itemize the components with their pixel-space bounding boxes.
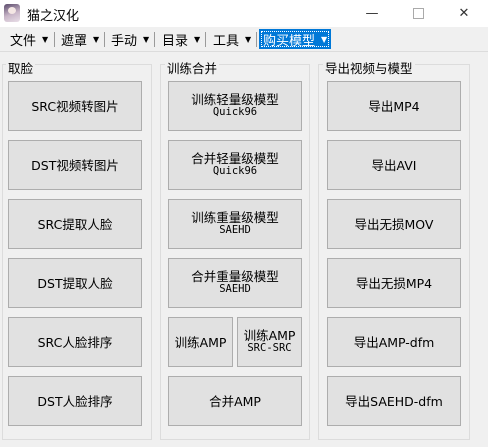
button-sublabel: Quick96 <box>212 106 258 118</box>
app-icon <box>4 4 20 22</box>
dropdown-arrow-icon: ▼ <box>42 34 49 44</box>
button-label: 导出无损MOV <box>354 216 434 232</box>
menu-manual[interactable]: 手动 ▼ <box>107 29 153 49</box>
merge-saehd-button[interactable]: 合并重量级模型 SAEHD <box>168 258 302 308</box>
export-amp-dfm-button[interactable]: 导出AMP-dfm <box>327 317 461 367</box>
src-extract-faces-button[interactable]: SRC提取人脸 <box>8 199 142 249</box>
button-label: 导出MP4 <box>368 98 420 114</box>
button-sublabel: SAEHD <box>219 224 251 236</box>
button-label: SRC视频转图片 <box>31 98 119 114</box>
export-avi-button[interactable]: 导出AVI <box>327 140 461 190</box>
menu-buy-model[interactable]: 购买模型 ▼ <box>259 29 332 49</box>
dst-sort-faces-button[interactable]: DST人脸排序 <box>8 376 142 426</box>
menu-tools[interactable]: 工具 ▼ <box>209 29 255 49</box>
minimize-icon: — <box>365 6 379 21</box>
export-mp4-button[interactable]: 导出MP4 <box>327 81 461 131</box>
menu-separator <box>54 32 55 47</box>
button-label: 合并轻量级模型 <box>191 151 279 166</box>
menu-separator <box>154 32 155 47</box>
src-video-to-images-button[interactable]: SRC视频转图片 <box>8 81 142 131</box>
src-sort-faces-button[interactable]: SRC人脸排序 <box>8 317 142 367</box>
menu-directory[interactable]: 目录 ▼ <box>158 29 204 49</box>
button-sublabel: SAEHD <box>219 283 251 295</box>
group-label-extract: 取脸 <box>6 58 36 77</box>
menu-separator <box>104 32 105 47</box>
menu-separator <box>205 32 206 47</box>
menu-separator <box>256 32 257 47</box>
button-label: SRC提取人脸 <box>37 216 113 232</box>
dst-video-to-images-button[interactable]: DST视频转图片 <box>8 140 142 190</box>
dropdown-arrow-icon: ▼ <box>245 34 252 44</box>
close-button[interactable]: ✕ <box>441 0 487 27</box>
button-label: DST人脸排序 <box>37 393 113 409</box>
button-label: DST视频转图片 <box>31 157 119 173</box>
dropdown-arrow-icon: ▼ <box>143 34 150 44</box>
dropdown-arrow-icon: ▼ <box>321 34 328 44</box>
menu-label: 目录 <box>162 33 189 49</box>
merge-amp-button[interactable]: 合并AMP <box>168 376 302 426</box>
button-label: 导出AMP-dfm <box>353 334 435 350</box>
button-label: 导出无损MP4 <box>355 275 433 291</box>
dst-extract-faces-button[interactable]: DST提取人脸 <box>8 258 142 308</box>
button-sublabel: Quick96 <box>212 165 258 177</box>
maximize-icon <box>412 8 424 19</box>
menu-mask[interactable]: 遮罩 ▼ <box>57 29 103 49</box>
train-amp-button[interactable]: 训练AMP <box>168 317 233 367</box>
maximize-button[interactable] <box>395 0 441 27</box>
menu-label: 工具 <box>213 33 240 49</box>
minimize-button[interactable]: — <box>349 0 395 27</box>
merge-quick96-button[interactable]: 合并轻量级模型 Quick96 <box>168 140 302 190</box>
button-label: 合并AMP <box>209 393 261 409</box>
button-label: 导出SAEHD-dfm <box>345 393 443 409</box>
menu-label: 手动 <box>111 33 138 49</box>
title-bar: 猫之汉化 — ✕ <box>0 0 488 27</box>
dropdown-arrow-icon: ▼ <box>93 34 100 44</box>
button-label: 训练轻量级模型 <box>191 92 279 107</box>
button-label: 合并重量级模型 <box>191 269 279 284</box>
close-icon: ✕ <box>458 6 470 21</box>
button-sublabel: SRC-SRC <box>247 342 292 354</box>
train-saehd-button[interactable]: 训练重量级模型 SAEHD <box>168 199 302 249</box>
export-lossless-mp4-button[interactable]: 导出无损MP4 <box>327 258 461 308</box>
menu-label: 文件 <box>10 33 37 49</box>
dropdown-arrow-icon: ▼ <box>194 34 201 44</box>
group-label-export: 导出视频与模型 <box>323 58 415 77</box>
menu-label: 遮罩 <box>61 33 88 49</box>
group-label-train-merge: 训练合并 <box>165 58 220 77</box>
export-saehd-dfm-button[interactable]: 导出SAEHD-dfm <box>327 376 461 426</box>
menu-file[interactable]: 文件 ▼ <box>6 29 52 49</box>
export-lossless-mov-button[interactable]: 导出无损MOV <box>327 199 461 249</box>
train-quick96-button[interactable]: 训练轻量级模型 Quick96 <box>168 81 302 131</box>
button-label: 训练AMP <box>243 328 296 343</box>
button-label: SRC人脸排序 <box>37 334 113 350</box>
button-label: 训练重量级模型 <box>191 210 279 225</box>
button-label: 训练AMP <box>174 334 227 350</box>
button-label: DST提取人脸 <box>37 275 113 291</box>
menu-label: 购买模型 <box>263 33 316 49</box>
menu-bar: 文件 ▼ 遮罩 ▼ 手动 ▼ 目录 ▼ 工具 ▼ 购买模型 ▼ <box>0 27 488 52</box>
window-title: 猫之汉化 <box>27 9 80 24</box>
train-amp-src-src-button[interactable]: 训练AMP SRC-SRC <box>237 317 302 367</box>
button-label: 导出AVI <box>371 157 417 173</box>
